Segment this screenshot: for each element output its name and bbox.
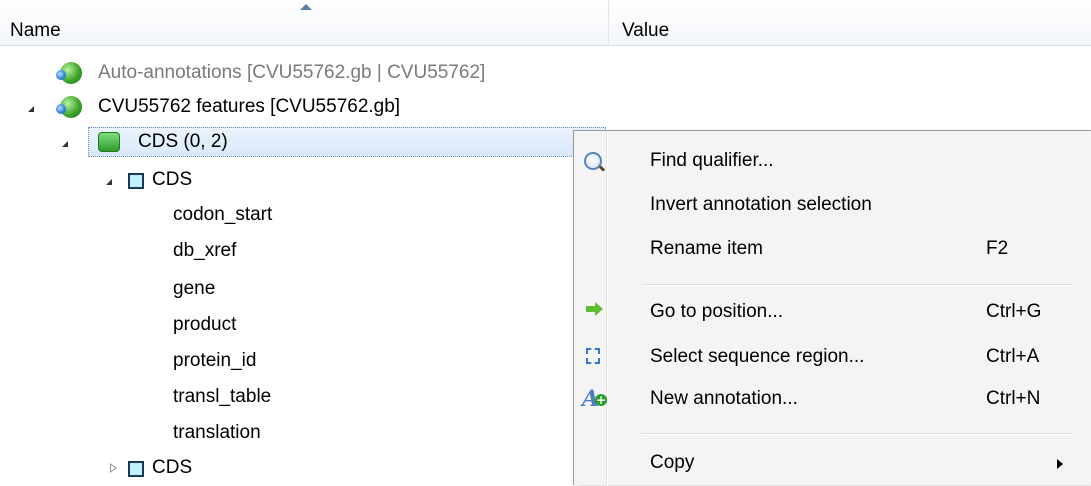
column-header: Name Value xyxy=(0,0,1091,46)
qualifier-item[interactable]: codon_start xyxy=(173,198,272,232)
qualifier-label: transl_table xyxy=(173,386,272,407)
globe-icon xyxy=(56,62,82,84)
menu-item-new-annotation[interactable]: A New annotation... Ctrl+N xyxy=(574,381,1091,417)
menu-item-find-qualifier[interactable]: Find qualifier... xyxy=(574,143,1091,179)
magnifier-icon xyxy=(584,152,602,170)
tree-item-label: CDS xyxy=(152,169,193,190)
expanded-icon[interactable] xyxy=(28,106,34,112)
menu-item-shortcut: Ctrl+A xyxy=(986,346,1040,367)
qualifier-label: codon_start xyxy=(173,204,273,225)
select-region-icon xyxy=(586,348,600,364)
qualifier-item[interactable]: transl_table xyxy=(173,380,271,414)
qualifier-item[interactable]: gene xyxy=(173,272,215,306)
annotation-icon xyxy=(128,173,144,189)
tree-item-label: CVU55762 features [CVU55762.gb] xyxy=(98,96,401,117)
sort-ascending-icon[interactable] xyxy=(300,4,312,10)
qualifier-item[interactable]: product xyxy=(173,308,236,342)
annotation-icon xyxy=(128,461,144,477)
context-menu: Find qualifier... Invert annotation sele… xyxy=(573,130,1091,486)
menu-item-shortcut: Ctrl+G xyxy=(986,301,1042,322)
menu-separator xyxy=(642,284,1072,286)
menu-item-label: Copy xyxy=(650,452,695,473)
menu-item-label: Find qualifier... xyxy=(650,150,774,171)
menu-item-label: Select sequence region... xyxy=(650,346,865,367)
collapsed-icon[interactable] xyxy=(110,463,117,473)
menu-item-go-to-position[interactable]: Go to position... Ctrl+G xyxy=(574,294,1091,330)
qualifier-label: protein_id xyxy=(173,350,257,371)
qualifier-item[interactable]: protein_id xyxy=(173,344,256,378)
menu-item-shortcut: F2 xyxy=(986,238,1009,259)
menu-item-label: Rename item xyxy=(650,238,763,259)
menu-item-select-region[interactable]: Select sequence region... Ctrl+A xyxy=(574,339,1091,375)
annotation-group-icon xyxy=(98,132,120,152)
qualifier-label: translation xyxy=(173,422,261,443)
tree-item-label: CDS xyxy=(152,457,193,478)
value-column-header[interactable]: Value xyxy=(622,20,669,42)
menu-separator xyxy=(642,433,1072,435)
green-arrow-icon xyxy=(586,302,603,316)
qualifier-label: gene xyxy=(173,278,216,299)
qualifier-label: product xyxy=(173,314,237,335)
expanded-icon[interactable] xyxy=(62,141,68,147)
menu-item-copy[interactable]: Copy xyxy=(574,445,1091,481)
name-column-header[interactable]: Name xyxy=(10,20,61,42)
submenu-arrow-icon xyxy=(1057,459,1063,469)
column-divider[interactable] xyxy=(608,0,609,46)
menu-item-rename[interactable]: Rename item F2 xyxy=(574,231,1091,267)
menu-item-shortcut: Ctrl+N xyxy=(986,388,1041,409)
menu-item-invert-selection[interactable]: Invert annotation selection xyxy=(574,187,1091,223)
tree-item-label: Auto-annotations [CVU55762.gb | CVU55762… xyxy=(98,62,486,83)
qualifier-item[interactable]: db_xref xyxy=(173,234,236,268)
menu-item-label: Go to position... xyxy=(650,301,784,322)
new-annotation-icon: A xyxy=(582,385,608,413)
qualifier-item[interactable]: translation xyxy=(173,416,261,450)
expanded-icon[interactable] xyxy=(106,179,112,185)
menu-item-label: New annotation... xyxy=(650,388,798,409)
tree-item-label: CDS (0, 2) xyxy=(138,131,228,152)
menu-item-label: Invert annotation selection xyxy=(650,194,872,215)
globe-icon xyxy=(56,96,82,118)
qualifier-label: db_xref xyxy=(173,240,237,261)
